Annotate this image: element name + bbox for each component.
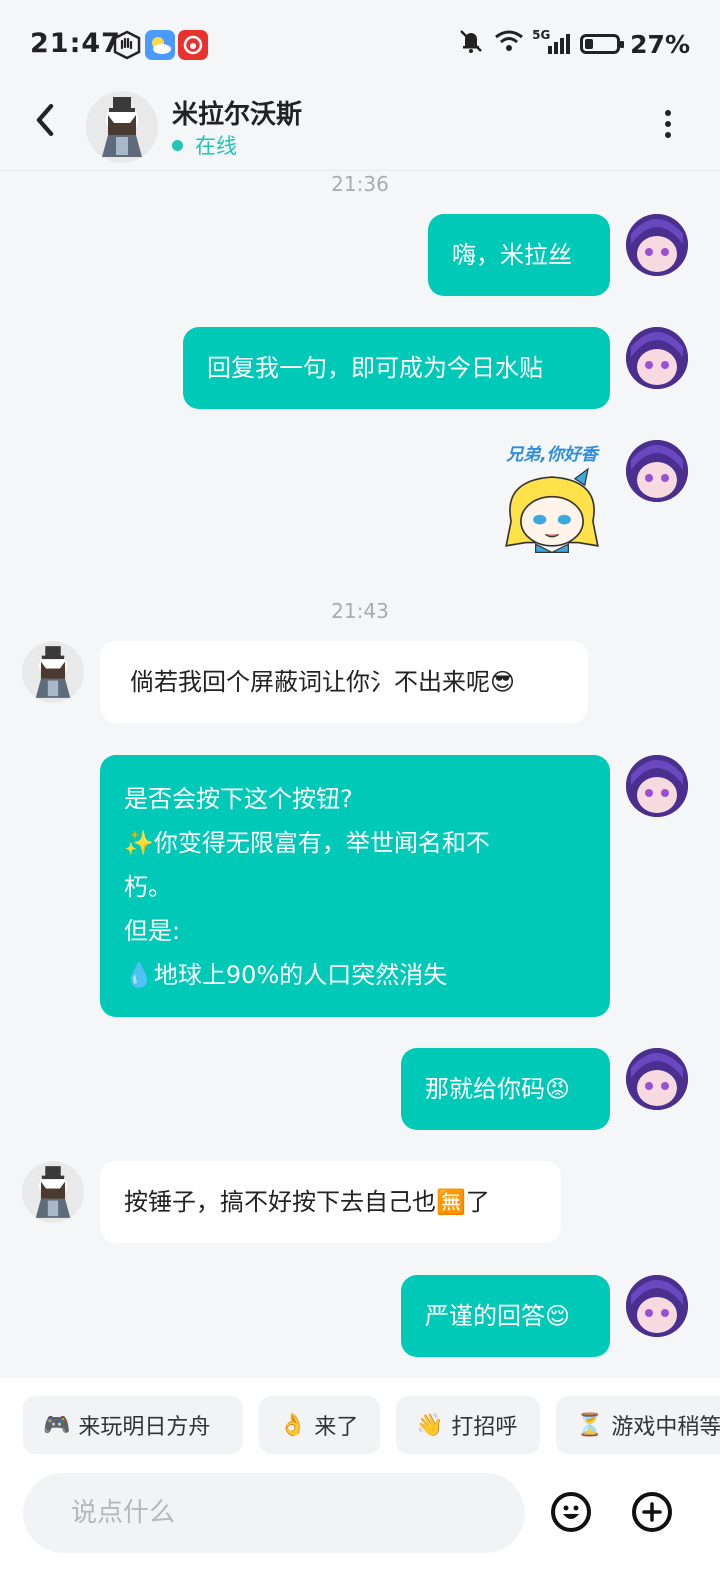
message-line: 朽。 — [124, 873, 172, 901]
battery-level: 27% — [630, 29, 690, 59]
back-icon[interactable] — [32, 100, 58, 147]
netease-music-icon — [178, 30, 208, 60]
timestamp: 21:43 — [331, 599, 389, 623]
gamepad-icon: 🎮 — [43, 1412, 71, 1438]
message-bubble[interactable]: 按锤子，搞不好按下去自己也🈚了 — [100, 1161, 561, 1243]
my-avatar[interactable] — [626, 440, 688, 502]
message-bubble[interactable]: 那就给你码😡 — [401, 1048, 610, 1130]
my-avatar[interactable] — [626, 1048, 688, 1110]
message-text: 那就给你码😡 — [425, 1075, 571, 1103]
my-avatar[interactable] — [626, 327, 688, 389]
message-bubble[interactable]: 是否会按下这个按钮? ✨你变得无限富有，举世闻名和不 朽。 但是: 💧地球上90… — [100, 755, 610, 1017]
quick-reply-chip[interactable]: 👋 打招呼 — [396, 1396, 540, 1454]
online-dot — [172, 139, 183, 151]
emoji-icon[interactable] — [551, 1492, 591, 1532]
message-text: 严谨的回答😌 — [425, 1302, 571, 1330]
message-bubble[interactable]: 回复我一句，即可成为今日水贴 — [183, 327, 610, 409]
message-text: 嗨，米拉丝 — [452, 241, 572, 269]
online-status: 在线 — [172, 130, 237, 160]
quick-reply-chip[interactable]: 👌 来了 — [259, 1396, 380, 1454]
signal-icon: 5G — [532, 28, 571, 54]
weather-icon — [145, 30, 175, 60]
wifi-icon — [494, 29, 524, 59]
more-icon[interactable] — [664, 110, 672, 138]
hand-icon — [112, 30, 142, 60]
quick-reply-chip[interactable]: 🎮 来玩明日方舟 — [23, 1396, 243, 1454]
message-line: 是否会按下这个按钮? — [124, 785, 353, 813]
hourglass-icon: ⏳ — [576, 1412, 604, 1438]
plus-icon[interactable] — [632, 1492, 672, 1532]
message-line: ✨你变得无限富有，举世闻名和不 — [124, 829, 490, 857]
my-avatar[interactable] — [626, 214, 688, 276]
message-bubble[interactable]: 严谨的回答😌 — [401, 1275, 610, 1357]
contact-avatar[interactable] — [22, 1161, 84, 1223]
quick-reply-label: 来了 — [314, 1415, 359, 1440]
message-text: 回复我一句，即可成为今日水贴 — [207, 354, 543, 382]
message-bubble[interactable]: 嗨，米拉丝 — [428, 214, 610, 296]
quick-reply-label: 打招呼 — [451, 1415, 518, 1440]
quick-reply-label: 游戏中稍等 — [611, 1415, 720, 1440]
my-avatar[interactable] — [626, 755, 688, 817]
message-input[interactable]: 说点什么 — [23, 1473, 525, 1553]
wave-icon: 👋 — [416, 1412, 444, 1438]
online-status-label: 在线 — [195, 134, 237, 158]
message-bubble[interactable]: 倘若我回个屏蔽词让你氵不出来呢😎 — [100, 641, 588, 723]
mute-icon — [458, 28, 484, 60]
message-text: 倘若我回个屏蔽词让你氵不出来呢😎 — [130, 668, 516, 696]
contact-avatar[interactable] — [22, 641, 84, 703]
message-line: 💧地球上90%的人口突然消失 — [124, 961, 448, 989]
message-line: 但是: — [124, 917, 181, 945]
sticker-message[interactable]: 兄弟,你好香 — [488, 440, 616, 572]
contact-avatar[interactable] — [86, 91, 158, 163]
timestamp: 21:36 — [331, 172, 389, 196]
status-bar: 21:47 5G 27% — [0, 0, 720, 88]
chat-header: 米拉尔沃斯 在线 — [0, 88, 720, 171]
status-time: 21:47 — [30, 28, 121, 59]
message-text: 按锤子，搞不好按下去自己也🈚了 — [124, 1188, 490, 1216]
contact-name: 米拉尔沃斯 — [172, 100, 303, 130]
signal-label: 5G — [532, 28, 551, 42]
ok-hand-icon: 👌 — [279, 1412, 307, 1438]
quick-reply-chip[interactable]: ⏳ 游戏中稍等 — [556, 1396, 720, 1454]
my-avatar[interactable] — [626, 1275, 688, 1337]
status-right: 5G 27% — [458, 28, 690, 60]
battery-icon — [580, 34, 625, 54]
quick-reply-label: 来玩明日方舟 — [78, 1415, 211, 1440]
sticker-caption: 兄弟,你好香 — [506, 445, 598, 465]
